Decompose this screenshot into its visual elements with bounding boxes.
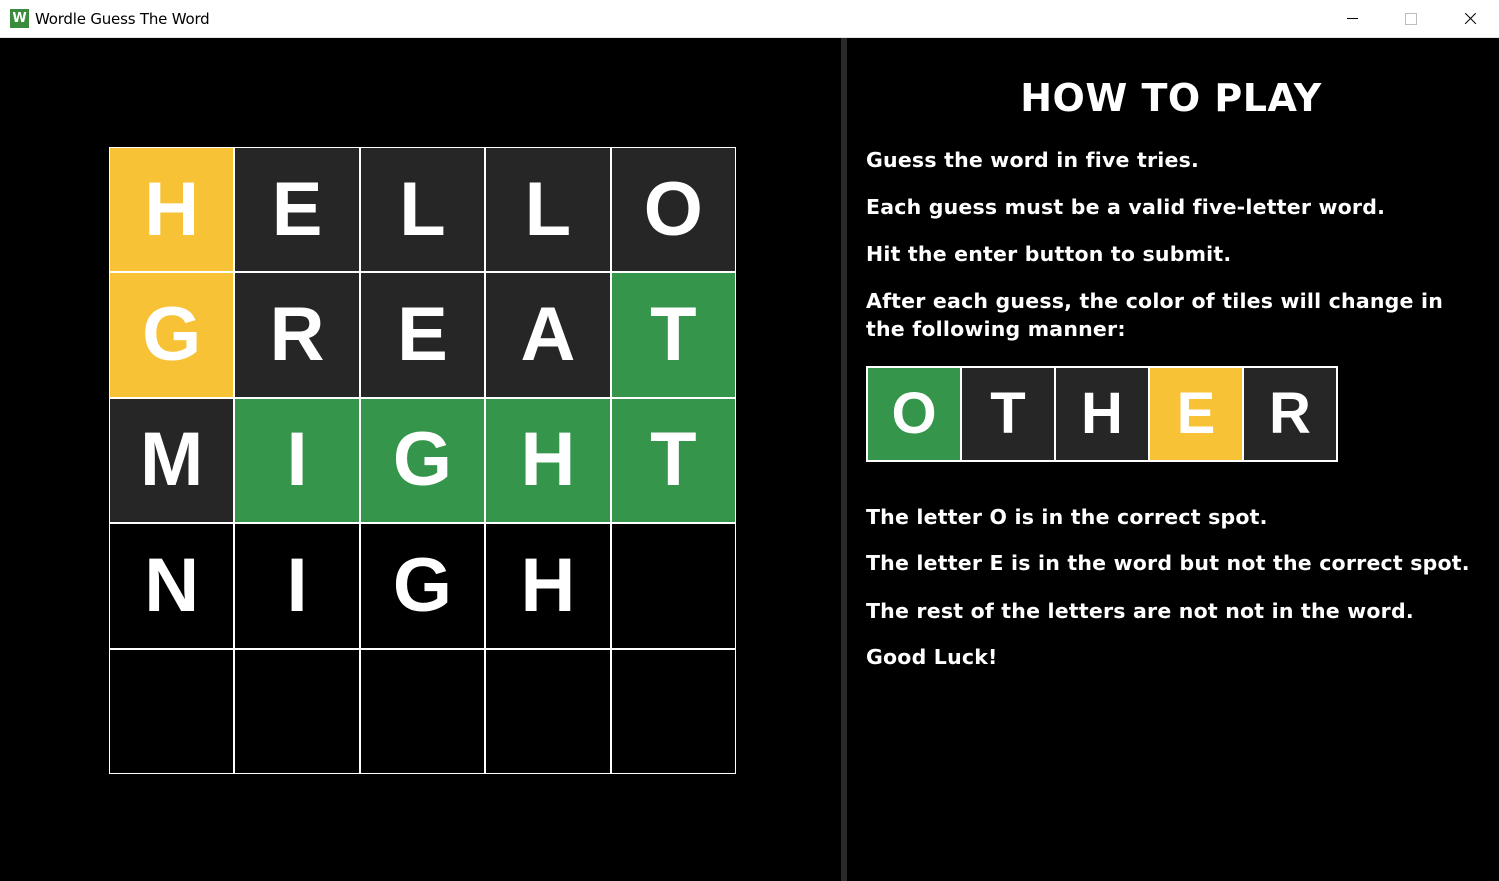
board-tile: T xyxy=(611,398,735,523)
board-tile: M xyxy=(110,398,234,523)
legend-note: The rest of the letters are not not in t… xyxy=(866,599,1414,623)
board-tile: N xyxy=(110,524,234,648)
example-tile: H xyxy=(1056,368,1148,460)
example-tile: T xyxy=(962,368,1054,460)
board-tile xyxy=(235,649,359,773)
legend-note: The letter E is in the word but not the … xyxy=(866,551,1470,575)
close-icon[interactable] xyxy=(1441,0,1499,38)
instruction-line: Guess the word in five tries. xyxy=(866,148,1199,172)
minimize-icon[interactable] xyxy=(1324,0,1382,38)
board-tile: G xyxy=(110,273,234,397)
board-tile: R xyxy=(235,273,359,397)
board-tile: G xyxy=(360,398,485,523)
board-tile: E xyxy=(360,273,485,397)
board-tile xyxy=(486,649,610,773)
legend-note: The letter O is in the correct spot. xyxy=(866,505,1268,529)
instruction-line: the following manner: xyxy=(866,317,1126,341)
board-tile xyxy=(110,649,234,773)
window-title: Wordle Guess The Word xyxy=(35,10,210,28)
game-board: H E L L O G R E A T M I G H T N I G H xyxy=(109,147,736,774)
board-tile xyxy=(611,524,735,648)
board-tile: A xyxy=(486,273,610,397)
board-tile xyxy=(611,649,735,773)
example-tile: R xyxy=(1244,368,1336,460)
instruction-line: After each guess, the color of tiles wil… xyxy=(866,289,1443,313)
instruction-line: Hit the enter button to submit. xyxy=(866,242,1232,266)
good-luck-text: Good Luck! xyxy=(866,645,998,669)
maximize-icon[interactable] xyxy=(1382,0,1440,38)
title-bar: W Wordle Guess The Word xyxy=(0,0,1499,38)
board-tile: H xyxy=(486,398,610,523)
board-tile: I xyxy=(235,398,359,523)
board-tile: E xyxy=(235,148,359,272)
how-to-play-title: HOW TO PLAY xyxy=(1020,76,1322,120)
board-tile: L xyxy=(360,148,485,272)
game-pane: H E L L O G R E A T M I G H T N I G H xyxy=(0,38,841,881)
board-tile xyxy=(360,649,485,773)
example-word: O T H E R xyxy=(866,366,1338,462)
board-tile: I xyxy=(235,524,359,648)
board-tile: T xyxy=(611,273,735,397)
board-tile: L xyxy=(486,148,610,272)
board-tile: G xyxy=(360,524,485,648)
board-tile: O xyxy=(611,148,735,272)
example-tile: O xyxy=(868,368,960,460)
instruction-line: Each guess must be a valid five-letter w… xyxy=(866,195,1386,219)
instructions-pane: HOW TO PLAY Guess the word in five tries… xyxy=(847,38,1499,881)
board-tile: H xyxy=(486,524,610,648)
example-tile: E xyxy=(1150,368,1242,460)
app-icon: W xyxy=(10,9,29,28)
board-tile: H xyxy=(110,148,234,272)
